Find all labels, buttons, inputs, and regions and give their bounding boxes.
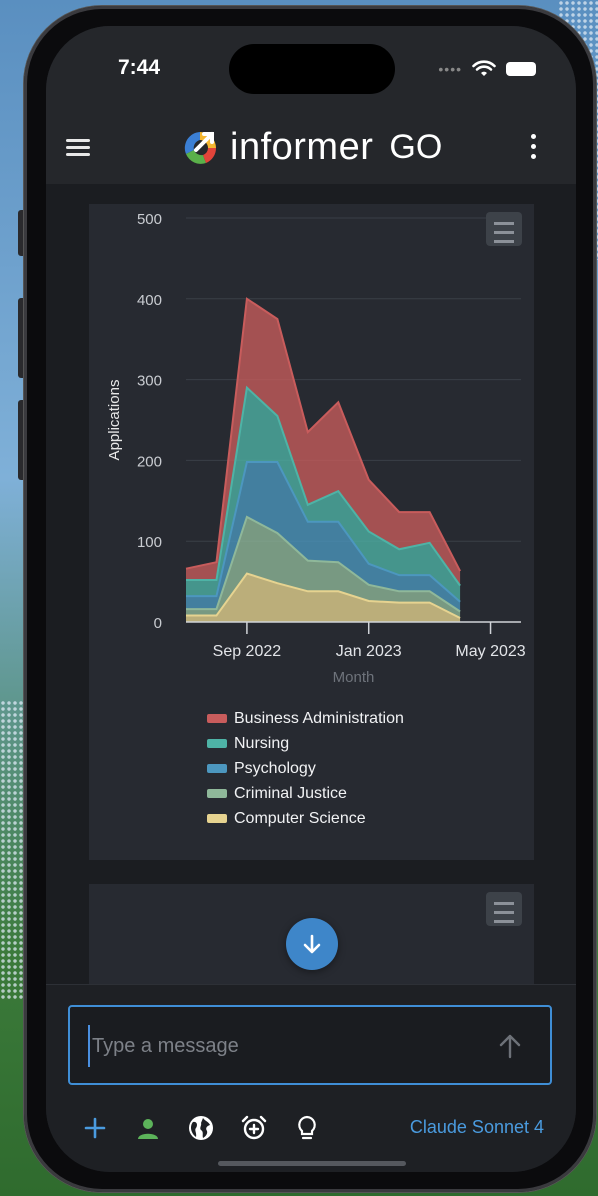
legend-label: Business Administration [234,710,404,727]
x-axis-label: Month [333,669,375,686]
send-arrow-icon[interactable] [498,1033,522,1059]
y-tick-label: 200 [137,453,162,470]
home-indicator [218,1161,406,1166]
hamburger-menu-icon[interactable] [66,136,90,160]
scroll-to-bottom-button[interactable] [286,918,338,970]
status-icons: •••• [438,60,536,78]
legend-swatch [207,739,227,748]
person-icon[interactable] [135,1115,161,1141]
chart-menu-icon[interactable] [486,212,522,246]
legend-label: Criminal Justice [234,785,347,802]
app-suffix: GO [389,128,443,166]
status-time: 7:44 [118,56,161,79]
chart-card: 0 100 200 300 400 500 Applications Sep 2022 Jan … [89,204,534,860]
status-bar: 7:44 •••• [46,26,576,116]
message-box [68,1005,552,1085]
composer-toolbar [82,1115,347,1141]
message-input[interactable] [88,1025,474,1067]
globe-icon[interactable] [188,1115,214,1141]
alarm-add-icon[interactable] [241,1115,267,1141]
x-tick-label: Jan 2023 [336,643,402,660]
chat-content: 0 100 200 300 400 500 Applications Sep 2022 Jan … [46,184,576,984]
lightbulb-icon[interactable] [294,1115,320,1141]
legend-swatch [207,814,227,823]
phone-screen: 7:44 •••• informer GO 0 100 200 300 400 … [46,26,576,1172]
y-tick-label: 500 [137,211,162,228]
informer-logo-icon [184,131,217,164]
y-axis-label: Applications [106,380,123,461]
x-tick-label: Sep 2022 [213,643,282,660]
dynamic-island [229,44,395,94]
card-menu-icon[interactable] [486,892,522,926]
model-selector[interactable]: Claude Sonnet 4 [410,1117,544,1138]
signal-icon: •••• [438,61,462,77]
app-header: informer GO [46,116,576,185]
legend-label: Nursing [234,735,289,752]
x-tick-label: May 2023 [455,643,525,660]
area-chart: 0 100 200 300 400 500 Applications Sep 2022 Jan … [106,211,526,827]
legend-swatch [207,764,227,773]
y-tick-label: 0 [154,615,162,632]
arrow-down-icon [303,934,321,954]
y-tick-label: 400 [137,292,162,309]
plus-icon[interactable] [82,1115,108,1141]
y-tick-label: 100 [137,534,162,551]
y-tick-label: 300 [137,373,162,390]
legend-label: Psychology [234,760,316,777]
app-logo: informer GO [180,126,442,169]
more-options-icon[interactable] [528,134,538,162]
legend-label: Computer Science [234,810,366,827]
wifi-icon [472,60,496,76]
battery-icon [506,62,536,76]
legend-swatch [207,714,227,723]
legend-swatch [207,789,227,798]
composer-area: Claude Sonnet 4 [46,984,576,1172]
app-name: informer [230,126,374,168]
